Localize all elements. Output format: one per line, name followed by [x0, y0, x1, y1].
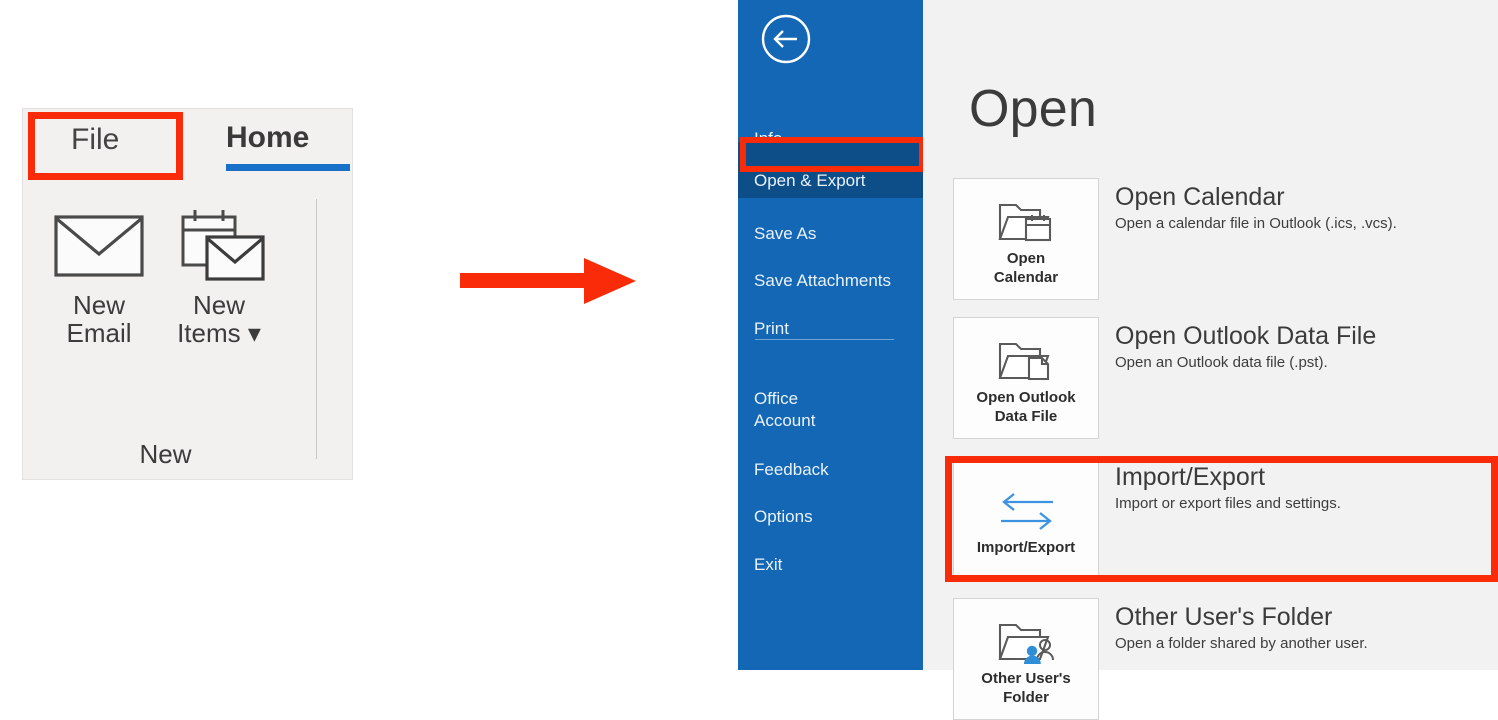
sidebar-item-label: Save As — [754, 223, 817, 243]
envelope-icon — [43, 199, 155, 291]
folder-calendar-icon — [996, 191, 1056, 245]
sidebar-divider — [755, 339, 894, 340]
sidebar-item-label: Feedback — [754, 459, 829, 479]
sidebar-item-label: Exit — [754, 554, 783, 574]
command-open-outlook-data-file[interactable]: Open Outlook Data File Open Outlook Data… — [953, 317, 1498, 439]
command-description: Open a calendar file in Outlook (.ics, .… — [1115, 215, 1397, 232]
ribbon-group-divider — [316, 199, 317, 459]
ribbon-group-new: New Email New Items ▾ New — [23, 181, 352, 480]
file-tab-highlight-box — [28, 112, 183, 180]
command-other-users-folder[interactable]: Other User's Folder Other User's Folder … — [953, 598, 1498, 720]
sidebar-item-print[interactable]: Print — [738, 290, 923, 346]
back-arrow-icon[interactable] — [760, 13, 812, 65]
backstage-main-pane: Open Open Calendar Open Calendar Open a … — [923, 0, 1498, 720]
tile-label: Open Outlook Data File — [976, 389, 1076, 425]
command-description: Open a folder shared by another user. — [1115, 635, 1368, 652]
new-email-button[interactable]: New Email — [43, 199, 155, 347]
sidebar-item-label: Office Account — [754, 388, 816, 430]
sidebar-item-exit[interactable]: Exit — [738, 526, 923, 582]
sidebar-item-office-account[interactable]: Office Account — [738, 360, 923, 437]
ribbon-group-label: New — [139, 439, 192, 469]
backstage-sidebar: Info Open & Export Save As Save Attachme… — [738, 0, 925, 670]
ribbon-tab-bar: File Home — [23, 109, 352, 180]
sidebar-item-label: Open & Export — [754, 170, 866, 190]
right-arrow-icon — [460, 256, 638, 306]
command-title: Open Outlook Data File — [1115, 322, 1377, 350]
tile-label: Other User's Folder — [981, 670, 1071, 706]
command-description: Open an Outlook data file (.pst). — [1115, 354, 1328, 371]
open-outlook-data-file-tile[interactable]: Open Outlook Data File — [953, 317, 1099, 439]
new-items-label: New Items ▾ — [177, 290, 261, 349]
sidebar-item-label: Options — [754, 506, 813, 526]
tab-home[interactable]: Home — [226, 121, 309, 155]
tab-home-active-underline — [226, 164, 350, 171]
tile-label: Open Calendar — [993, 250, 1059, 286]
open-and-export-highlight-box — [740, 137, 925, 172]
new-email-label: New Email — [66, 290, 132, 349]
folder-user-icon — [996, 611, 1056, 665]
command-title: Other User's Folder — [1115, 603, 1333, 631]
sidebar-item-label: Save Attachments — [754, 270, 892, 290]
open-calendar-tile[interactable]: Open Calendar — [953, 178, 1099, 300]
folder-file-icon — [996, 330, 1056, 384]
command-open-calendar[interactable]: Open Calendar Open Calendar Open a calen… — [953, 178, 1498, 300]
calendar-envelope-icon — [163, 199, 275, 291]
new-items-button[interactable]: New Items ▾ — [163, 199, 275, 347]
command-text-block: Open Calendar Open a calendar file in Ou… — [1115, 182, 1495, 232]
command-text-block: Other User's Folder Open a folder shared… — [1115, 602, 1495, 652]
command-title: Open Calendar — [1115, 183, 1285, 211]
import-export-highlight-box — [945, 456, 1498, 582]
outlook-ribbon-panel: File Home New Email New Items ▾ New — [22, 108, 353, 480]
command-text-block: Open Outlook Data File Open an Outlook d… — [1115, 321, 1495, 371]
other-users-folder-tile[interactable]: Other User's Folder — [953, 598, 1099, 720]
page-title: Open — [969, 80, 1098, 138]
sidebar-item-label: Print — [754, 318, 789, 338]
backstage-view: Info Open & Export Save As Save Attachme… — [738, 0, 1498, 720]
